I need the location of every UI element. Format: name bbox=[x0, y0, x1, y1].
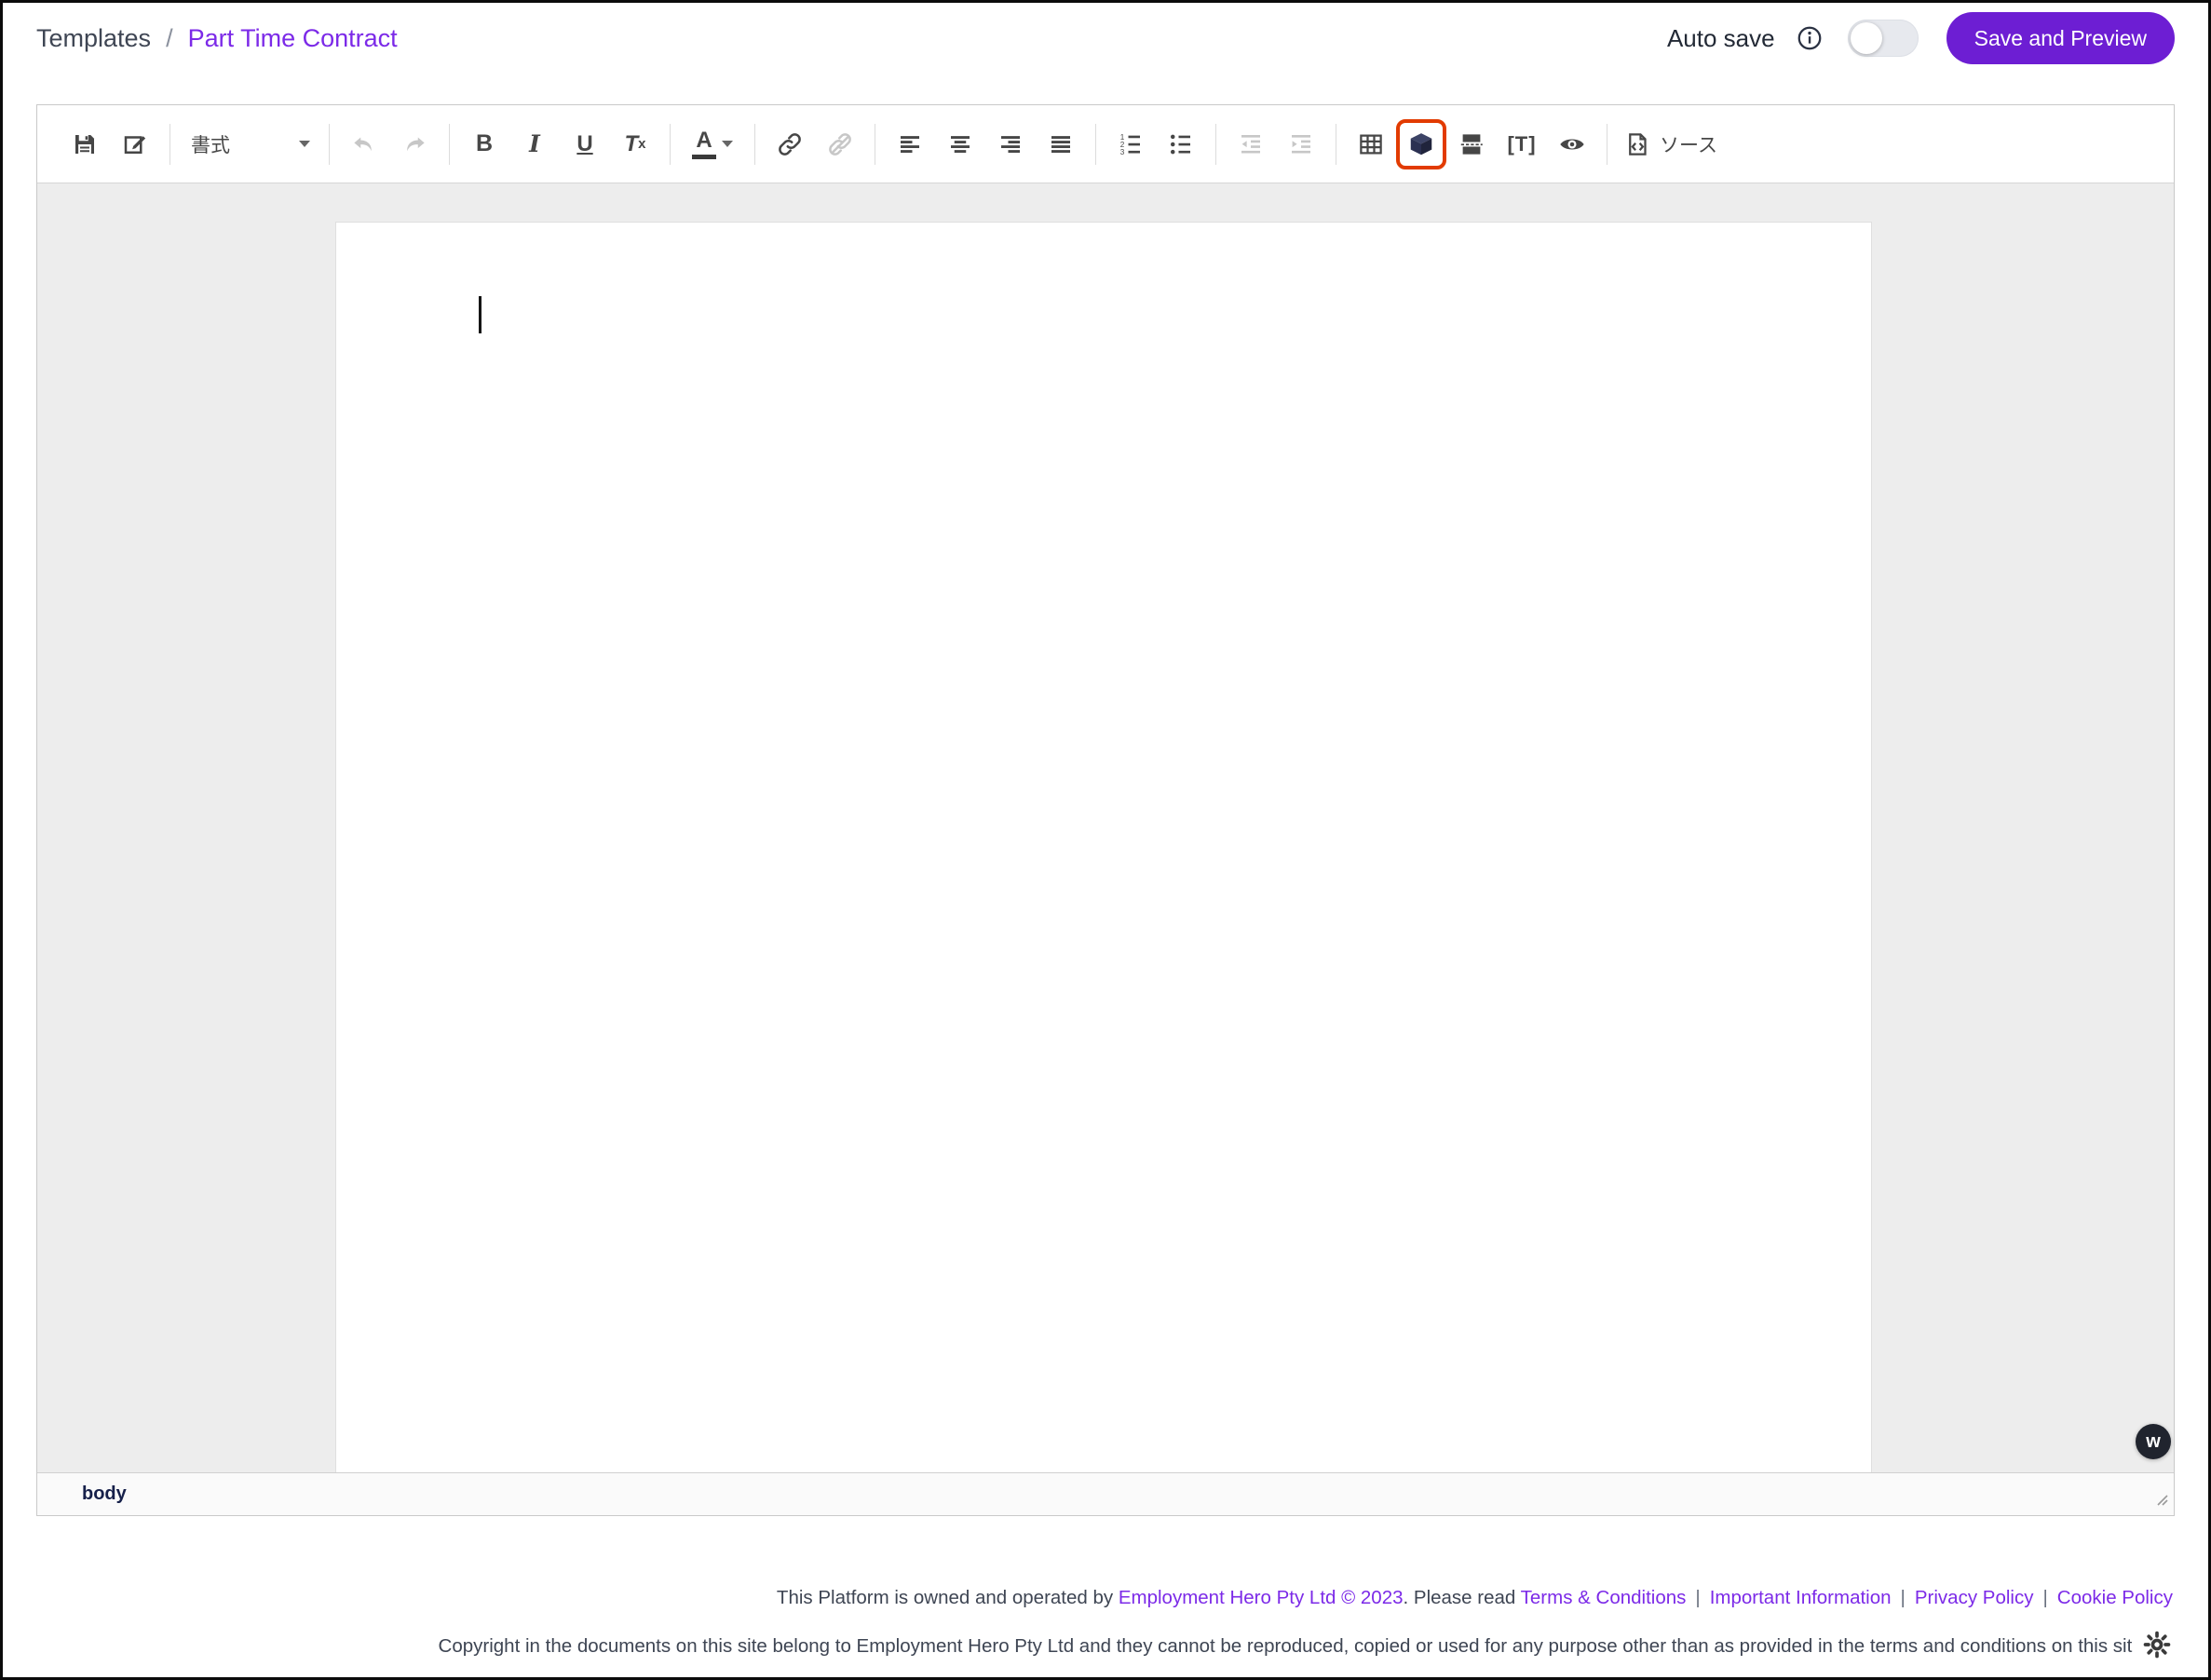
editor-page[interactable] bbox=[335, 222, 1872, 1472]
title-field-button[interactable]: [T] bbox=[1497, 119, 1547, 169]
link-icon bbox=[776, 130, 804, 158]
element-path-body[interactable]: body bbox=[82, 1484, 127, 1505]
terms-link[interactable]: Terms & Conditions bbox=[1521, 1587, 1687, 1608]
numbered-list-button[interactable]: 123 bbox=[1106, 119, 1156, 169]
indent-button[interactable] bbox=[1276, 119, 1326, 169]
autosave-toggle[interactable] bbox=[1848, 20, 1919, 57]
toolbar-separator bbox=[1215, 124, 1216, 165]
toolbar-separator bbox=[449, 124, 450, 165]
bold-button[interactable]: B bbox=[459, 119, 509, 169]
preview-button[interactable] bbox=[1547, 119, 1597, 169]
footer-text: This Platform is owned and operated by bbox=[777, 1587, 1119, 1608]
footer-line1: This Platform is owned and operated by E… bbox=[282, 1587, 2173, 1609]
align-right-button[interactable] bbox=[985, 119, 1036, 169]
insert-placeholder-cube-icon bbox=[1407, 130, 1435, 158]
toolbar-separator bbox=[754, 124, 755, 165]
underline-button[interactable]: U bbox=[560, 119, 610, 169]
toolbar-separator bbox=[670, 124, 671, 165]
source-label: ソース bbox=[1660, 130, 1717, 158]
new-template-button[interactable] bbox=[110, 119, 160, 169]
editor-toolbar: 書式 B I U Tx A bbox=[37, 105, 2174, 183]
align-justify-button[interactable] bbox=[1036, 119, 1086, 169]
footer-line2: Copyright in the documents on this site … bbox=[282, 1629, 2173, 1666]
outdent-button[interactable] bbox=[1226, 119, 1276, 169]
redo-button[interactable] bbox=[389, 119, 440, 169]
autosave-toggle-knob bbox=[1851, 22, 1882, 54]
align-right-icon bbox=[997, 130, 1024, 158]
align-left-icon bbox=[896, 130, 924, 158]
editor-canvas bbox=[37, 183, 2174, 1472]
preview-eye-icon bbox=[1557, 129, 1587, 159]
remove-format-icon: T bbox=[624, 131, 638, 157]
align-center-icon bbox=[946, 130, 974, 158]
app-root: { "colors": { "accent": "#6d1ed3", "link… bbox=[0, 0, 2211, 1680]
bracket-t-icon: [T] bbox=[1507, 134, 1536, 155]
undo-icon bbox=[350, 130, 378, 158]
italic-icon: I bbox=[529, 132, 540, 156]
source-code-icon bbox=[1624, 130, 1652, 158]
new-template-icon bbox=[121, 130, 149, 158]
align-left-button[interactable] bbox=[885, 119, 935, 169]
underline-icon: U bbox=[576, 133, 592, 156]
copyright-text: Copyright in the documents on this site … bbox=[439, 1635, 2133, 1657]
bulleted-list-button[interactable] bbox=[1156, 119, 1206, 169]
insert-placeholder-button[interactable] bbox=[1396, 119, 1446, 169]
header-actions: Auto save Save and Preview bbox=[1667, 12, 2175, 64]
cookie-settings-gear-icon[interactable] bbox=[2136, 1644, 2173, 1665]
chevron-down-icon bbox=[299, 141, 310, 147]
footer-separator: | bbox=[1901, 1587, 1906, 1608]
text-color-button[interactable]: A bbox=[680, 119, 745, 169]
rich-text-editor: 書式 B I U Tx A bbox=[36, 104, 2175, 1516]
text-cursor bbox=[479, 296, 482, 333]
employment-hero-link[interactable]: Employment Hero Pty Ltd © 2023 bbox=[1119, 1587, 1404, 1608]
outdent-icon bbox=[1237, 130, 1265, 158]
format-dropdown[interactable]: 書式 bbox=[180, 122, 319, 167]
important-information-link[interactable]: Important Information bbox=[1710, 1587, 1892, 1608]
top-bar: Templates / Part Time Contract Auto save… bbox=[3, 3, 2208, 74]
italic-button[interactable]: I bbox=[509, 119, 560, 169]
save-icon bbox=[71, 130, 99, 158]
insert-table-button[interactable] bbox=[1346, 119, 1396, 169]
footer-text: . Please read bbox=[1404, 1587, 1521, 1608]
remove-format-button[interactable]: Tx bbox=[610, 119, 660, 169]
svg-text:3: 3 bbox=[1120, 148, 1125, 156]
editor-status-bar: body bbox=[37, 1472, 2174, 1515]
bulleted-list-icon bbox=[1167, 130, 1195, 158]
numbered-list-icon: 123 bbox=[1117, 130, 1145, 158]
align-justify-icon bbox=[1047, 130, 1075, 158]
table-icon bbox=[1357, 130, 1385, 158]
chevron-down-icon bbox=[722, 141, 733, 147]
footer: This Platform is owned and operated by E… bbox=[3, 1587, 2208, 1666]
footer-separator: | bbox=[2042, 1587, 2047, 1608]
toolbar-separator bbox=[329, 124, 330, 165]
breadcrumb-current-page: Part Time Contract bbox=[188, 24, 398, 53]
autosave-label: Auto save bbox=[1667, 24, 1775, 53]
page-break-button[interactable] bbox=[1446, 119, 1497, 169]
floating-widget-button[interactable]: w bbox=[2136, 1424, 2171, 1459]
redo-icon bbox=[400, 130, 428, 158]
unlink-button[interactable] bbox=[815, 119, 865, 169]
undo-button[interactable] bbox=[339, 119, 389, 169]
page-break-icon bbox=[1458, 130, 1485, 158]
breadcrumb: Templates / Part Time Contract bbox=[36, 24, 398, 53]
breadcrumb-separator: / bbox=[166, 24, 173, 53]
source-button[interactable]: ソース bbox=[1617, 119, 1725, 169]
align-center-button[interactable] bbox=[935, 119, 985, 169]
resize-handle-icon[interactable] bbox=[2152, 1490, 2171, 1513]
breadcrumb-templates[interactable]: Templates bbox=[36, 24, 151, 53]
format-dropdown-label: 書式 bbox=[191, 130, 230, 158]
cookie-policy-link[interactable]: Cookie Policy bbox=[2057, 1587, 2173, 1608]
indent-icon bbox=[1287, 130, 1315, 158]
info-icon[interactable] bbox=[1796, 24, 1824, 52]
bold-icon: B bbox=[476, 132, 493, 156]
save-button[interactable] bbox=[60, 119, 110, 169]
privacy-policy-link[interactable]: Privacy Policy bbox=[1915, 1587, 2034, 1608]
save-and-preview-button[interactable]: Save and Preview bbox=[1946, 12, 2175, 64]
link-button[interactable] bbox=[765, 119, 815, 169]
toolbar-separator bbox=[1095, 124, 1096, 165]
footer-separator: | bbox=[1695, 1587, 1700, 1608]
text-color-icon: A bbox=[692, 129, 716, 159]
unlink-icon bbox=[826, 130, 854, 158]
